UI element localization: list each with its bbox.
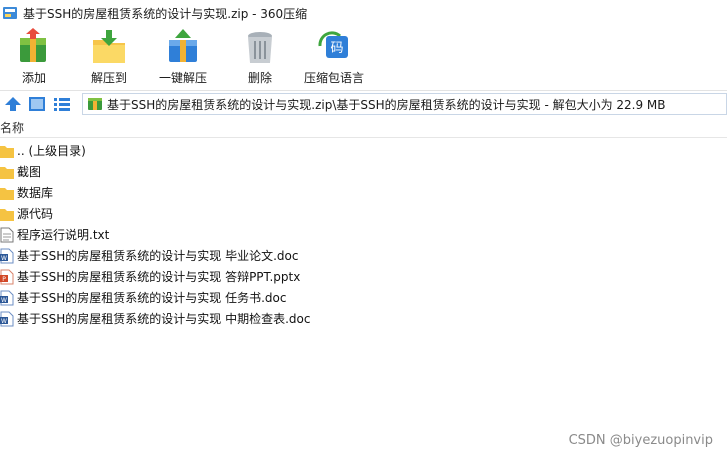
list-item-file[interactable]: W 基于SSH的房屋租赁系统的设计与实现 毕业论文.doc (0, 245, 727, 266)
delete-button-label: 删除 (247, 71, 272, 85)
path-field[interactable]: 基于SSH的房屋租赁系统的设计与实现.zip\基于SSH的房屋租赁系统的设计与实… (82, 93, 727, 115)
one-click-extract-button[interactable]: 一键解压 (159, 28, 207, 86)
file-name: 基于SSH的房屋租赁系统的设计与实现 毕业论文.doc (17, 249, 299, 263)
file-list: .. (上级目录) 截图 数据库 源代码 程序运行说明.txt W 基于SSH的… (0, 140, 727, 329)
thumbnail-view-icon[interactable] (28, 96, 46, 112)
extract-to-button-label: 解压到 (90, 71, 127, 85)
svg-text:W: W (1, 318, 7, 325)
word-document-icon: W (0, 311, 14, 326)
list-item-folder[interactable]: 源代码 (0, 203, 727, 224)
archive-language-icon: 码 (318, 31, 348, 58)
list-item-file[interactable]: P 基于SSH的房屋租赁系统的设计与实现 答辩PPT.pptx (0, 266, 727, 287)
folder-icon (0, 166, 14, 179)
archive-language-button[interactable]: 码 压缩包语言 (304, 28, 364, 86)
file-name: 截图 (17, 165, 42, 179)
add-button[interactable]: 添加 (14, 28, 54, 86)
add-button-label: 添加 (21, 71, 46, 85)
list-item-file[interactable]: W 基于SSH的房屋租赁系统的设计与实现 任务书.doc (0, 287, 727, 308)
list-item-file[interactable]: 程序运行说明.txt (0, 224, 727, 245)
list-item-file[interactable]: W 基于SSH的房屋租赁系统的设计与实现 中期检查表.doc (0, 308, 727, 329)
app-icon (3, 7, 17, 19)
one-click-extract-icon (169, 29, 197, 62)
file-name: 基于SSH的房屋租赁系统的设计与实现 任务书.doc (17, 291, 287, 305)
up-arrow-icon[interactable] (4, 96, 22, 112)
one-click-extract-button-label: 一键解压 (159, 71, 208, 85)
file-name: 程序运行说明.txt (17, 228, 110, 242)
word-document-icon: W (0, 248, 14, 263)
svg-text:码: 码 (330, 41, 343, 56)
svg-text:W: W (1, 297, 7, 304)
extract-to-button[interactable]: 解压到 (89, 28, 129, 86)
delete-icon (248, 32, 272, 63)
watermark: CSDN @biyezuopinvip (568, 433, 713, 448)
add-archive-icon (20, 28, 46, 62)
svg-text:W: W (1, 255, 7, 262)
folder-icon (0, 208, 14, 221)
list-view-icon[interactable] (53, 96, 71, 112)
column-header-name[interactable]: 名称 (0, 118, 727, 138)
folder-icon (0, 187, 14, 200)
list-item-parent-directory[interactable]: .. (上级目录) (0, 140, 727, 161)
file-name: 基于SSH的房屋租赁系统的设计与实现 答辩PPT.pptx (17, 270, 301, 284)
title-bar: 基于SSH的房屋租赁系统的设计与实现.zip - 360压缩 (0, 0, 727, 26)
word-document-icon: W (0, 290, 14, 305)
text-file-icon (0, 227, 14, 242)
archive-language-button-label: 压缩包语言 (304, 71, 365, 85)
zip-archive-icon (88, 98, 102, 110)
file-name: .. (上级目录) (17, 144, 86, 158)
file-name: 源代码 (17, 207, 54, 221)
folder-icon (0, 145, 14, 158)
file-name: 基于SSH的房屋租赁系统的设计与实现 中期检查表.doc (17, 312, 311, 326)
address-bar: 基于SSH的房屋租赁系统的设计与实现.zip\基于SSH的房屋租赁系统的设计与实… (0, 90, 727, 116)
powerpoint-file-icon: P (0, 269, 14, 284)
toolbar: 添加 解压到 一键解压 删除 码 压缩包语言 (0, 26, 727, 88)
list-item-folder[interactable]: 截图 (0, 161, 727, 182)
svg-text:P: P (2, 276, 6, 283)
window-title: 基于SSH的房屋租赁系统的设计与实现.zip - 360压缩 (23, 6, 308, 21)
delete-button[interactable]: 删除 (240, 28, 280, 86)
file-list-header: 名称 (0, 118, 727, 138)
file-name: 数据库 (17, 186, 54, 200)
list-item-folder[interactable]: 数据库 (0, 182, 727, 203)
archive-path: 基于SSH的房屋租赁系统的设计与实现.zip\基于SSH的房屋租赁系统的设计与实… (107, 97, 666, 112)
extract-to-icon (93, 30, 125, 63)
